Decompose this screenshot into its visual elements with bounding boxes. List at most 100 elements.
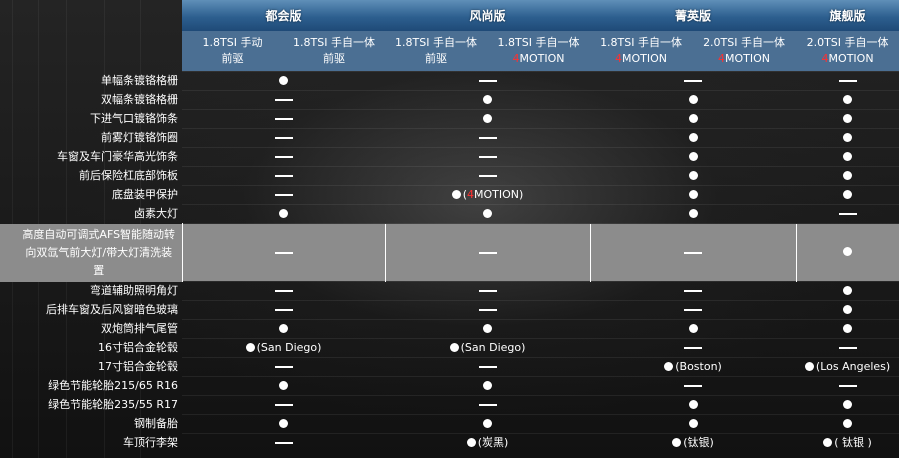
not-available-dash-icon bbox=[274, 194, 293, 196]
standard-dot-icon bbox=[688, 399, 698, 409]
feature-cell bbox=[590, 128, 797, 148]
feature-row: 绿色节能轮胎235/55 R17 bbox=[0, 395, 899, 415]
variant-engine: 1.8TSI 手动 bbox=[202, 36, 263, 49]
not-available-dash-icon bbox=[274, 366, 293, 368]
feature-cell bbox=[796, 166, 899, 186]
standard-dot-icon bbox=[245, 342, 255, 352]
standard-dot-icon bbox=[688, 94, 698, 104]
note-text: (San Diego) bbox=[256, 341, 322, 354]
not-available-dash-icon bbox=[274, 175, 293, 177]
note-text: (Los Angeles) bbox=[815, 360, 891, 373]
highlight-digit: 4 bbox=[821, 52, 829, 65]
variant-engine: 2.0TSI 手自一体 bbox=[806, 36, 889, 49]
feature-cell bbox=[182, 395, 386, 415]
not-available-dash-icon bbox=[684, 251, 703, 254]
not-available-dash-icon bbox=[274, 309, 293, 311]
feature-row: 前后保险杠底部饰板 bbox=[0, 166, 899, 186]
variant-drive: 4MOTION bbox=[590, 51, 692, 67]
variant-header: 1.8TSI 手自一体 4MOTION bbox=[590, 31, 693, 72]
feature-cell bbox=[796, 319, 899, 339]
variant-header-row: 1.8TSI 手动 前驱 1.8TSI 手自一体 前驱 1.8TSI 手自一体 前驱 1.8… bbox=[0, 31, 899, 72]
feature-label: 钢制备胎 bbox=[134, 417, 178, 430]
variant-drive-text: 前驱 bbox=[425, 52, 448, 65]
feature-cell bbox=[385, 204, 591, 224]
not-available-dash-icon bbox=[274, 156, 293, 158]
not-available-dash-icon bbox=[478, 175, 497, 177]
feature-cell bbox=[796, 147, 899, 167]
variant-drive-text: MOTION bbox=[828, 52, 874, 65]
standard-dot-icon bbox=[279, 418, 288, 428]
standard-dot-icon bbox=[843, 323, 853, 333]
standard-dot-icon bbox=[843, 132, 853, 142]
not-available-dash-icon bbox=[684, 385, 703, 387]
feature-cell: (San Diego) bbox=[182, 338, 386, 358]
feature-cell bbox=[182, 433, 386, 452]
standard-dot-icon bbox=[843, 418, 853, 428]
variant-drive-text: MOTION bbox=[519, 52, 565, 65]
feature-cell bbox=[590, 414, 797, 434]
variant-drive-text: 前驱 bbox=[323, 52, 345, 65]
feature-cell bbox=[385, 414, 591, 434]
cell-note: (炭黑) bbox=[478, 436, 509, 449]
feature-row: 弯道辅助照明角灯 bbox=[0, 281, 899, 301]
standard-dot-icon bbox=[664, 361, 674, 371]
feature-cell: (4MOTION) bbox=[385, 185, 591, 205]
feature-row: 前雾灯镀铬饰圈 bbox=[0, 128, 899, 148]
feature-cell bbox=[796, 204, 899, 224]
feature-row: 绿色节能轮胎215/65 R16 bbox=[0, 376, 899, 396]
header-corner bbox=[0, 0, 182, 31]
feature-row: 车顶行李架 (炭黑) (钛银) ( 钛银 ) bbox=[0, 433, 899, 452]
feature-row: 下进气口镀铬饰条 bbox=[0, 109, 899, 129]
highlight-digit: 4 bbox=[467, 188, 475, 201]
feature-row: 17寸铝合金轮毂 (Boston) (Los Angeles) bbox=[0, 357, 899, 377]
header-corner bbox=[0, 31, 182, 72]
feature-label: 单幅条镀铬格栅 bbox=[101, 74, 178, 87]
feature-cell bbox=[796, 185, 899, 205]
standard-dot-icon bbox=[843, 170, 853, 180]
feature-cell bbox=[384, 223, 591, 282]
not-available-dash-icon bbox=[274, 99, 293, 101]
feature-cell bbox=[590, 319, 797, 339]
feature-label: 高度自动可调式AFS智能随动转向双氙气前大灯/带大灯清洗装置 bbox=[0, 223, 182, 282]
trim-header: 菁英版 bbox=[590, 0, 797, 31]
feature-cell bbox=[182, 319, 386, 339]
highlight-digit: 4 bbox=[615, 52, 623, 65]
not-available-dash-icon bbox=[838, 385, 857, 387]
highlight-digit: 4 bbox=[718, 52, 726, 65]
variant-drive: 前驱 bbox=[385, 51, 487, 67]
standard-dot-icon bbox=[279, 323, 288, 333]
feature-cell bbox=[385, 300, 591, 320]
feature-row: 后排车窗及后风窗暗色玻璃 bbox=[0, 300, 899, 320]
feature-cell bbox=[385, 147, 591, 167]
note-text: (Boston) bbox=[675, 360, 722, 373]
feature-cell bbox=[590, 395, 797, 415]
standard-dot-icon bbox=[688, 151, 698, 161]
feature-cell bbox=[385, 71, 591, 91]
feature-cell bbox=[590, 185, 797, 205]
variant-drive-text: 前驱 bbox=[221, 52, 244, 65]
standard-dot-icon bbox=[688, 113, 698, 123]
note-text: MOTION) bbox=[474, 188, 524, 201]
cell-note: (4MOTION) bbox=[463, 188, 524, 201]
feature-cell bbox=[590, 147, 797, 167]
standard-dot-icon bbox=[843, 304, 853, 314]
standard-dot-icon bbox=[483, 323, 493, 333]
feature-cell bbox=[385, 395, 591, 415]
feature-cell bbox=[385, 109, 591, 129]
not-available-dash-icon bbox=[684, 347, 703, 349]
standard-dot-icon bbox=[449, 342, 459, 352]
highlight-digit: 4 bbox=[512, 52, 520, 65]
feature-row: 单幅条镀铬格栅 bbox=[0, 71, 899, 91]
standard-dot-icon bbox=[843, 151, 853, 161]
cell-note: (钛银) bbox=[683, 436, 714, 449]
standard-dot-icon bbox=[843, 399, 853, 409]
not-available-dash-icon bbox=[838, 213, 857, 215]
standard-dot-icon bbox=[483, 380, 493, 390]
feature-cell bbox=[796, 128, 899, 148]
feature-label: 后排车窗及后风窗暗色玻璃 bbox=[46, 303, 178, 316]
feature-cell bbox=[590, 109, 797, 129]
feature-cell: (Boston) bbox=[590, 357, 797, 377]
feature-cell bbox=[590, 300, 797, 320]
feature-cell bbox=[796, 300, 899, 320]
feature-cell: (钛银) bbox=[590, 433, 797, 452]
